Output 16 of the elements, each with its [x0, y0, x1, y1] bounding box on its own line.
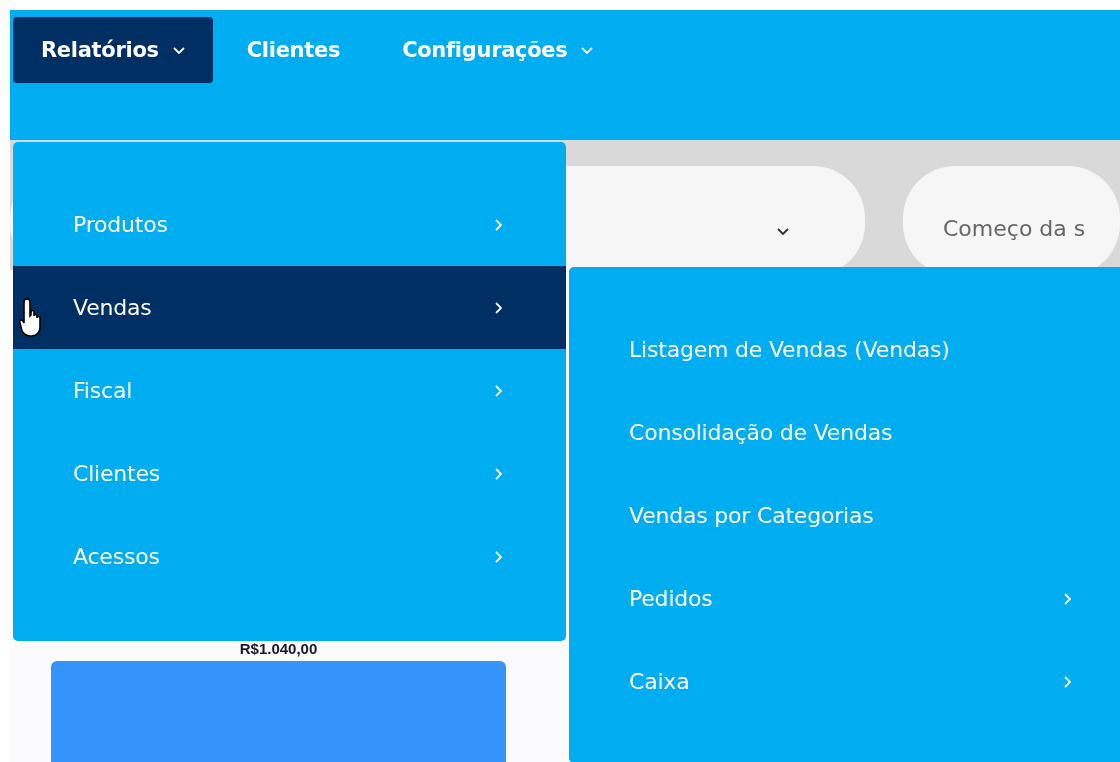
menu-item[interactable]: Consolidação de Vendas [569, 391, 1120, 474]
menu-item[interactable]: Vendas por Categorias [569, 474, 1120, 557]
menu-item[interactable]: Caixa [569, 640, 1120, 723]
nav-menu-item[interactable]: Relatórios [13, 17, 213, 83]
menu-item[interactable]: Pedidos [569, 557, 1120, 640]
nav-menu-item[interactable]: Configurações [374, 17, 622, 83]
menu-item[interactable]: Produtos [13, 183, 566, 266]
value-label: R$1.040,00 [239, 640, 318, 657]
menu-item[interactable]: Acessos [13, 515, 566, 598]
chevron-down-icon [777, 228, 789, 235]
menu-item[interactable]: Fiscal [13, 349, 566, 432]
date-field[interactable]: Começo da s [903, 166, 1120, 270]
nav-menu-item[interactable]: Clientes [218, 17, 369, 83]
menu-item[interactable]: Vendas [13, 266, 566, 349]
menu-item[interactable]: Clientes [13, 432, 566, 515]
menu-item[interactable]: Listagem de Vendas (Vendas) [569, 308, 1120, 391]
